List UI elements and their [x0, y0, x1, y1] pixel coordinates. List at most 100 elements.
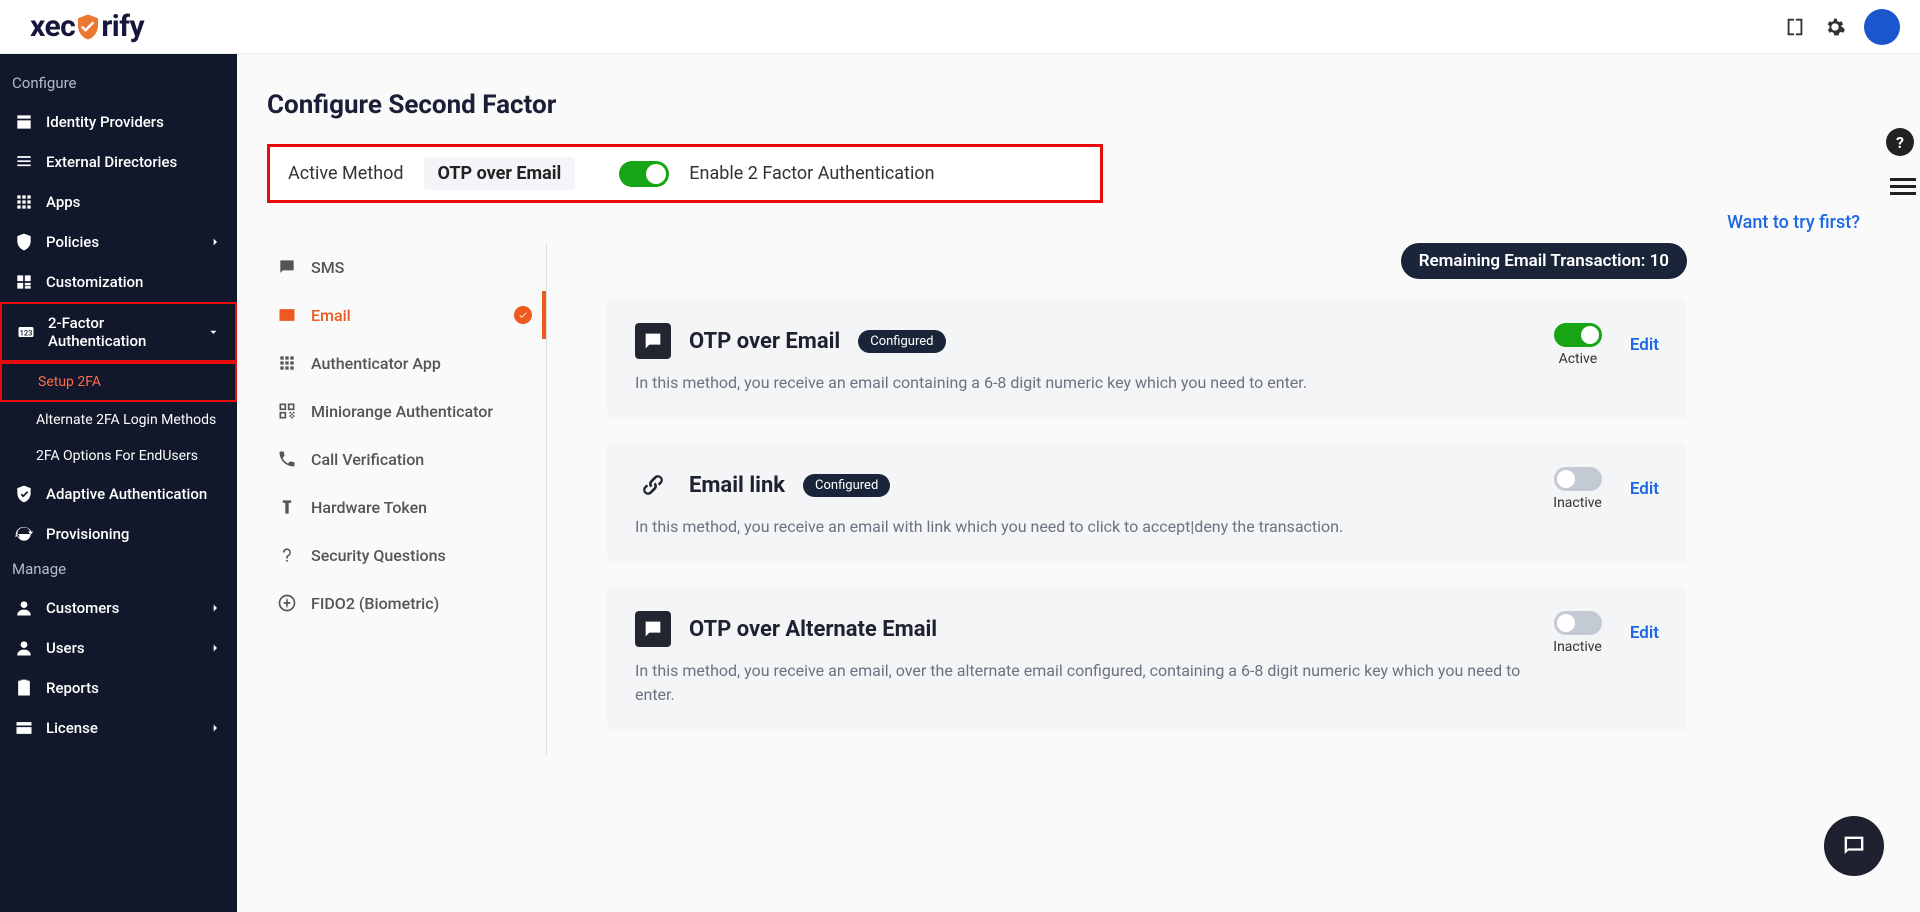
method-title: Email link: [689, 473, 785, 498]
sidebar-item-label: Users: [46, 639, 85, 657]
tab-label: SMS: [311, 258, 344, 277]
sidebar-item-external-directories[interactable]: External Directories: [0, 142, 237, 182]
tab-security-questions[interactable]: Security Questions: [267, 531, 546, 579]
sidebar-item-label: Reports: [46, 679, 99, 697]
apps-icon: [14, 192, 34, 212]
method-toggle[interactable]: [1554, 467, 1602, 491]
chevron-right-icon: [207, 720, 223, 736]
tab-label: Hardware Token: [311, 498, 427, 517]
book-icon[interactable]: [1784, 16, 1806, 38]
active-method-value: OTP over Email: [424, 157, 576, 190]
methods-panel: Remaining Email Transaction: 10 OTP over…: [547, 243, 1727, 755]
hamburger-icon[interactable]: [1890, 174, 1916, 199]
chevron-down-icon: [206, 324, 221, 340]
chat-icon: [635, 323, 671, 359]
person-icon: [14, 598, 34, 618]
sidebar-item-license[interactable]: License: [0, 708, 237, 748]
method-status: Active: [1559, 351, 1598, 367]
brand-logo: xec rify: [30, 9, 144, 44]
method-card-otp-over-alternate-email: OTP over Alternate Email In this method, …: [607, 587, 1687, 731]
gear-icon[interactable]: [1824, 16, 1846, 38]
call-icon: [277, 449, 297, 469]
sidebar-subitem-2fa-options-for-endusers[interactable]: 2FA Options For EndUsers: [0, 438, 237, 474]
chat-fab[interactable]: [1824, 816, 1884, 876]
method-description: In this method, you receive an email, ov…: [635, 659, 1533, 707]
2fa-icon: 123: [16, 322, 36, 342]
tab-label: Security Questions: [311, 546, 446, 565]
method-toggle[interactable]: [1554, 323, 1602, 347]
tab-label: Call Verification: [311, 450, 424, 469]
globe-icon: [277, 593, 297, 613]
tab-label: Miniorange Authenticator: [311, 402, 493, 421]
method-card-email-link: Email linkConfiguredIn this method, you …: [607, 443, 1687, 563]
tab-hardware-token[interactable]: Hardware Token: [267, 483, 546, 531]
person-icon: [14, 638, 34, 658]
sidebar-item-label: Policies: [46, 233, 99, 251]
tab-label: Authenticator App: [311, 354, 441, 373]
method-status: Inactive: [1553, 639, 1602, 655]
sidebar-heading: Configure: [0, 68, 237, 102]
sidebar-item-reports[interactable]: Reports: [0, 668, 237, 708]
sidebar-item-apps[interactable]: Apps: [0, 182, 237, 222]
token-icon: [277, 497, 297, 517]
method-tabs: SMS Email Authenticator App Miniorange Auth…: [267, 243, 547, 755]
sidebar-item-policies[interactable]: Policies: [0, 222, 237, 262]
edit-button[interactable]: Edit: [1630, 623, 1659, 643]
tab-label: Email: [311, 306, 351, 325]
sidebar-item-adaptive-authentication[interactable]: Adaptive Authentication: [0, 474, 237, 514]
edit-button[interactable]: Edit: [1630, 335, 1659, 355]
tab-sms[interactable]: SMS: [267, 243, 546, 291]
edit-button[interactable]: Edit: [1630, 479, 1659, 499]
sms-icon: [277, 257, 297, 277]
help-button[interactable]: ?: [1886, 128, 1914, 156]
shieldcheck-icon: [14, 484, 34, 504]
method-card-otp-over-email: OTP over EmailConfiguredIn this method, …: [607, 299, 1687, 419]
qr-icon: [277, 401, 297, 421]
avatar[interactable]: [1864, 9, 1900, 45]
list-icon: [14, 152, 34, 172]
grid-icon: [277, 353, 297, 373]
enable-2fa-toggle[interactable]: [619, 161, 669, 187]
svg-text:123: 123: [20, 328, 33, 337]
tab-fido2-biometric-[interactable]: FIDO2 (Biometric): [267, 579, 546, 627]
sidebar-item-2-factor-authentication[interactable]: 123 2-Factor Authentication: [0, 302, 237, 362]
remaining-transactions: Remaining Email Transaction: 10: [1401, 243, 1687, 279]
enable-2fa-label: Enable 2 Factor Authentication: [689, 163, 934, 184]
check-icon: [514, 306, 532, 324]
sidebar-subitem-alternate-2fa-login-methods[interactable]: Alternate 2FA Login Methods: [0, 402, 237, 438]
sidebar-item-provisioning[interactable]: Provisioning: [0, 514, 237, 554]
link-icon: [635, 467, 671, 503]
sidebar-item-label: 2-Factor Authentication: [48, 314, 194, 350]
sidebar-item-users[interactable]: Users: [0, 628, 237, 668]
tab-call-verification[interactable]: Call Verification: [267, 435, 546, 483]
custom-icon: [14, 272, 34, 292]
active-method-bar: Active Method OTP over Email Enable 2 Fa…: [267, 144, 1103, 203]
main-content: ? Configure Second Factor Active Method …: [237, 54, 1920, 912]
chevron-right-icon: [207, 600, 223, 616]
active-method-label: Active Method: [288, 163, 404, 184]
tab-miniorange-authenticator[interactable]: Miniorange Authenticator: [267, 387, 546, 435]
method-description: In this method, you receive an email wit…: [635, 515, 1533, 539]
topbar: xec rify: [0, 0, 1920, 54]
shield-logo-icon: [73, 12, 103, 42]
card-icon: [14, 718, 34, 738]
sidebar-item-customers[interactable]: Customers: [0, 588, 237, 628]
sidebar-item-customization[interactable]: Customization: [0, 262, 237, 302]
sidebar-item-identity-providers[interactable]: Identity Providers: [0, 102, 237, 142]
question-icon: [277, 545, 297, 565]
method-title: OTP over Alternate Email: [689, 617, 937, 642]
sidebar-item-label: External Directories: [46, 153, 177, 171]
method-toggle[interactable]: [1554, 611, 1602, 635]
sidebar-item-label: License: [46, 719, 98, 737]
page-title: Configure Second Factor: [237, 54, 1920, 144]
chevron-right-icon: [207, 234, 223, 250]
sidebar-heading: Manage: [0, 554, 237, 588]
sidebar-subitem-setup-2fa[interactable]: Setup 2FA: [0, 362, 237, 402]
shield-icon: [14, 232, 34, 252]
sidebar: Configure Identity Providers External Dire…: [0, 54, 237, 912]
want-to-try-link[interactable]: Want to try first?: [1727, 212, 1860, 233]
tab-authenticator-app[interactable]: Authenticator App: [267, 339, 546, 387]
sidebar-item-label: Identity Providers: [46, 113, 164, 131]
tab-email[interactable]: Email: [267, 291, 546, 339]
tab-label: FIDO2 (Biometric): [311, 594, 439, 613]
